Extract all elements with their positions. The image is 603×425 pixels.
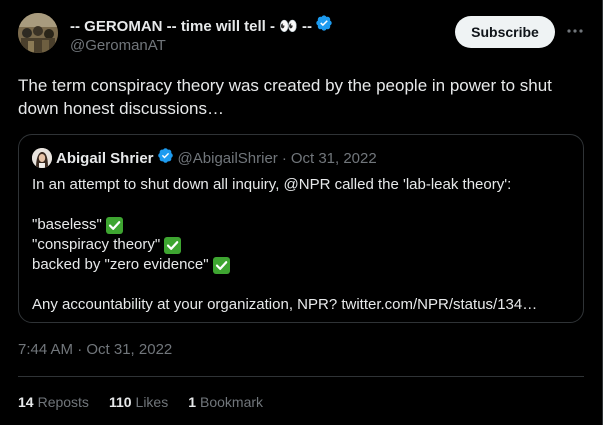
verified-badge-icon[interactable]	[312, 14, 333, 37]
quote-line-text: In an attempt to shut down all inquiry, …	[32, 176, 512, 193]
quote-blank-line	[32, 275, 572, 295]
tweet-header: -- GEROMAN -- time will tell - 👀 -- @Ger…	[18, 13, 590, 57]
bookmarks-stat[interactable]: 1 Bookmark	[188, 394, 263, 410]
tweet-timestamp[interactable]: 7:44 AM · Oct 31, 2022	[18, 341, 172, 358]
bookmarks-count: 1	[188, 394, 197, 410]
likes-count: 110	[108, 394, 132, 410]
quote-blank-line	[32, 195, 572, 215]
quote-line: "baseless"	[32, 215, 572, 235]
quote-line: In an attempt to shut down all inquiry, …	[32, 175, 572, 195]
check-mark-button-icon	[164, 236, 182, 254]
likes-stat[interactable]: 110 Likes	[109, 394, 168, 410]
author-display-name[interactable]: -- GEROMAN -- time will tell - 👀 --	[70, 17, 312, 35]
quote-line-text: "baseless"	[32, 216, 102, 233]
divider	[18, 376, 584, 377]
reposts-count: 14	[18, 394, 34, 410]
subscribe-button[interactable]: Subscribe	[455, 16, 555, 48]
quote-header: Abigail Shrier @AbigailShrier · Oct 31, …	[32, 148, 377, 168]
bookmarks-label: Bookmark	[200, 394, 264, 410]
author-handle[interactable]: @GeromanAT	[70, 37, 333, 54]
quote-line-text: backed by "zero evidence"	[32, 256, 209, 273]
likes-label: Likes	[135, 394, 169, 410]
quote-line: Any accountability at your organization,…	[32, 295, 572, 315]
quote-author-name: Abigail Shrier	[56, 149, 154, 167]
more-horizontal-icon[interactable]	[566, 22, 584, 40]
engagement-stats: 14 Reposts 110 Likes 1 Bookmark	[18, 394, 263, 410]
quote-line: backed by "zero evidence"	[32, 255, 572, 275]
reposts-stat[interactable]: 14 Reposts	[18, 394, 89, 410]
tweet-detail: -- GEROMAN -- time will tell - 👀 -- @Ger…	[0, 0, 603, 425]
quote-body: In an attempt to shut down all inquiry, …	[32, 175, 572, 315]
quote-author-avatar	[32, 148, 52, 168]
author-avatar[interactable]	[18, 13, 58, 53]
tweet-text: The term conspiracy theory was created b…	[18, 76, 552, 118]
quoted-tweet[interactable]: Abigail Shrier @AbigailShrier · Oct 31, …	[18, 134, 584, 323]
quote-line-text: "conspiracy theory"	[32, 236, 161, 253]
check-mark-button-icon	[105, 216, 123, 234]
check-mark-button-icon	[212, 256, 230, 274]
quote-line: "conspiracy theory"	[32, 235, 572, 255]
quote-line-text: Any accountability at your organization,…	[32, 296, 538, 313]
quote-author-handle: @AbigailShrier	[177, 149, 278, 167]
reposts-label: Reposts	[37, 394, 89, 410]
quote-date: Oct 31, 2022	[290, 149, 377, 167]
separator-dot: ·	[281, 149, 287, 167]
author-info: -- GEROMAN -- time will tell - 👀 -- @Ger…	[70, 14, 333, 54]
verified-badge-icon	[154, 147, 178, 169]
